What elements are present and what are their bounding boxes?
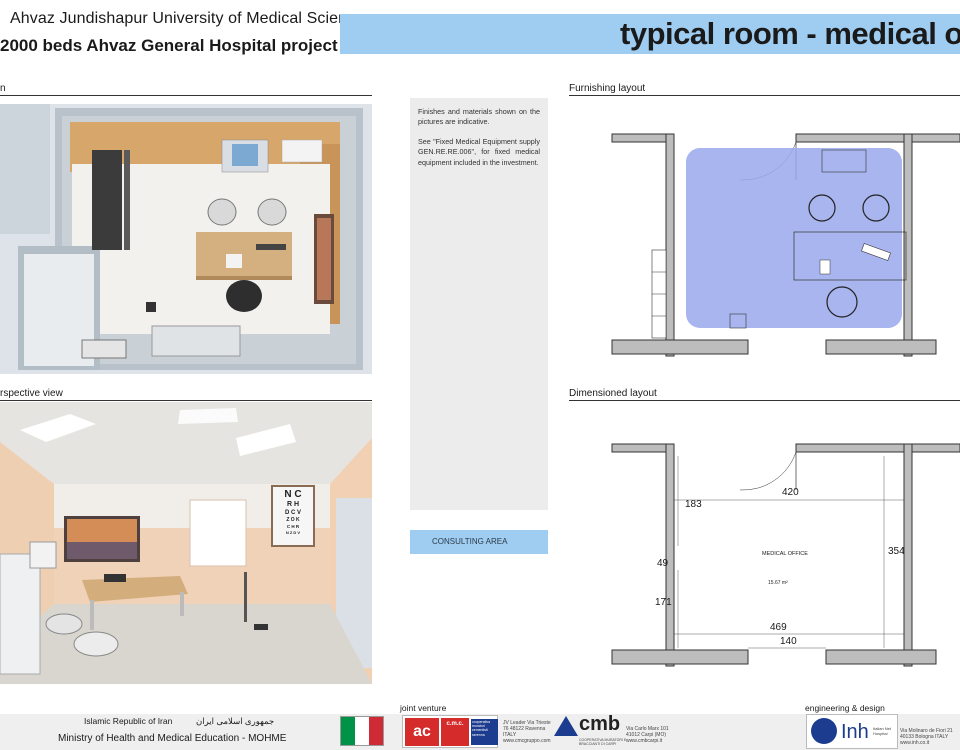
divider xyxy=(0,400,372,401)
cmc-logo: ac c.m.c. cooperativa muratori cementist… xyxy=(402,715,498,748)
cmb-address: Via Carlo Marx 101 41012 Carpi (MO) www.… xyxy=(626,726,669,744)
dim-door: 140 xyxy=(780,636,797,647)
cmb-logo-subtitle: COOPERATIVA MURATORI E BRACCIANTI DI CAR… xyxy=(579,738,627,747)
globe-icon xyxy=(811,718,837,744)
dim-left-upper: 183 xyxy=(685,499,702,510)
dim-height: 354 xyxy=(888,546,905,557)
perspective-section-label: rspective view xyxy=(0,388,63,399)
eye-chart-row: R H xyxy=(286,501,300,508)
engineering-design-label: engineering & design xyxy=(805,703,885,713)
eye-chart-row: Z O K xyxy=(286,517,300,523)
perspective-render-image: N C R H D C V Z O K C H R N Z D V xyxy=(0,402,372,684)
cmc-address: JV Leader Via Trieste 76 48122 Ravenna I… xyxy=(503,720,551,744)
room-area: 15.67 m² xyxy=(768,580,788,586)
inh-logo: Inh Italian Net Hospital xyxy=(806,714,898,749)
inh-logo-subtitle: Italian Net Hospital xyxy=(873,726,892,736)
furnishing-section-label: Furnishing layout xyxy=(569,83,646,94)
cmc-logo-subtitle: cooperativa muratori cementisti ravenna xyxy=(471,719,498,745)
university-name: Ahvaz Jundishapur University of Medical … xyxy=(10,10,373,27)
italy-flag xyxy=(340,716,384,746)
plan-render-image xyxy=(0,104,372,374)
dimensioned-section-label: Dimensioned layout xyxy=(569,388,657,399)
country-name-persian: جمهوری اسلامی ایران xyxy=(196,716,275,726)
dimensioned-layout-drawing xyxy=(611,443,960,667)
divider xyxy=(569,95,960,96)
inh-address: Via Molinaro de Fiori 21 40133 Bologna I… xyxy=(900,728,953,746)
consulting-area-label: CONSULTING AREA xyxy=(410,530,548,554)
page-title: typical room - medical office xyxy=(620,16,960,51)
plan-render-illustration xyxy=(0,104,372,374)
project-name: 2000 beds Ahvaz General Hospital project xyxy=(0,36,338,55)
divider xyxy=(0,95,372,96)
eye-chart-row: N C xyxy=(284,489,302,500)
dim-left-small: 49 xyxy=(657,558,669,569)
eye-chart-row: N Z D V xyxy=(285,530,301,535)
cmc-logo-mark: ac xyxy=(405,718,439,746)
plan-section-label: n xyxy=(0,83,6,94)
eye-chart-row: D C V xyxy=(284,510,301,516)
note-finishes: Finishes and materials shown on the pict… xyxy=(418,107,540,127)
inh-logo-text: Inh xyxy=(841,721,869,743)
country-name: Islamic Republic of Iran xyxy=(84,716,173,726)
cmb-logo-text: cmb xyxy=(579,713,621,735)
room-name: MEDICAL OFFICE xyxy=(762,551,808,557)
note-equipment: See "Fixed Medical Equipment supply GEN.… xyxy=(418,136,540,167)
divider xyxy=(569,400,960,401)
eye-chart: N C R H D C V Z O K C H R N Z D V xyxy=(273,489,313,536)
dim-left-lower: 171 xyxy=(655,597,672,608)
perspective-render-illustration xyxy=(0,402,372,684)
title-bar: typical room - medical office xyxy=(340,14,960,54)
joint-venture-label: joint venture xyxy=(400,703,447,713)
cmb-logo-triangle-icon xyxy=(554,716,578,736)
dim-width-bottom: 469 xyxy=(770,622,787,633)
notes-panel: Finishes and materials shown on the pict… xyxy=(410,98,548,510)
ministry-name: Ministry of Health and Medical Education… xyxy=(58,733,287,744)
furnishing-layout-drawing xyxy=(611,133,960,357)
dim-width-top: 420 xyxy=(782,487,799,498)
cmc-logo-text: c.m.c. xyxy=(441,718,469,746)
